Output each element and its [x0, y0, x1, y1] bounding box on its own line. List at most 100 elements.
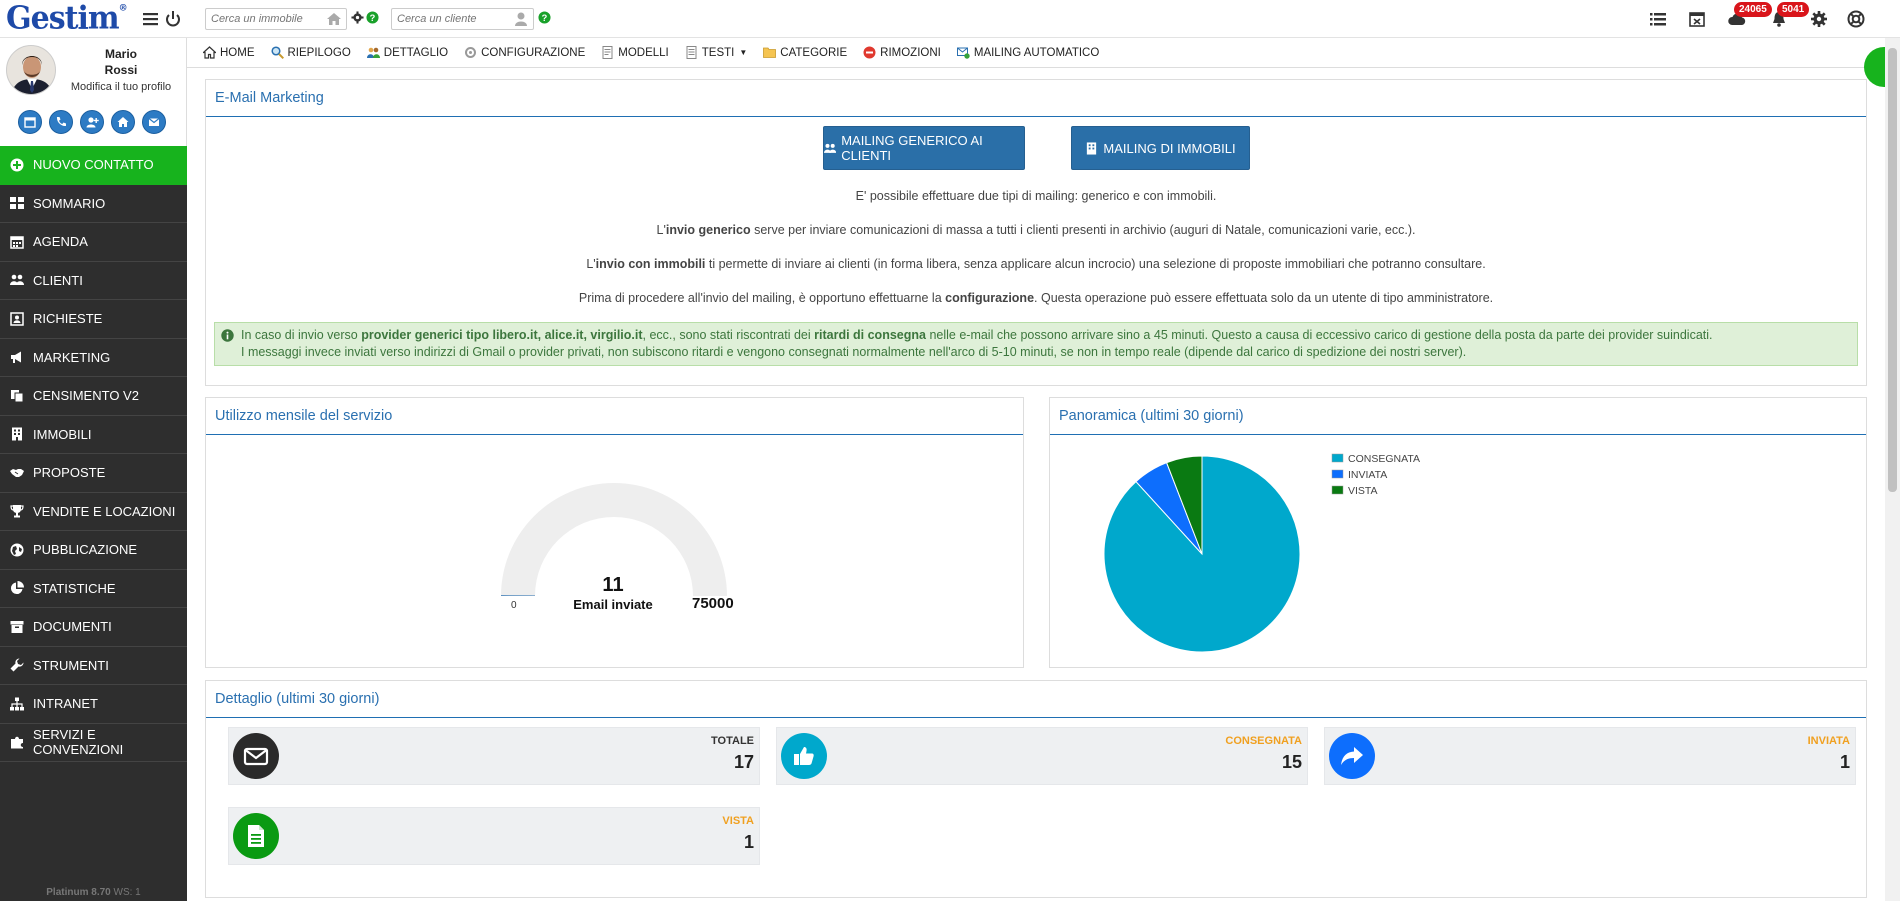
menu-testi[interactable]: TESTI ▼: [685, 46, 748, 59]
copy-icon: [11, 389, 24, 403]
sidebar-item-proposte[interactable]: PROPOSTE: [0, 454, 187, 493]
globe-icon: [10, 543, 24, 557]
users-icon: [10, 274, 24, 286]
phone-button[interactable]: [49, 110, 73, 134]
calendar-icon: [24, 117, 36, 128]
scrollbar-thumb[interactable]: [1888, 48, 1897, 492]
menu-categorie[interactable]: CATEGORIE: [763, 46, 847, 59]
add-user-button[interactable]: [80, 110, 104, 134]
edit-profile-link[interactable]: Modifica il tuo profilo: [60, 81, 182, 93]
svg-text:?: ?: [542, 13, 548, 23]
mailing-properties-label: MAILING DI IMMOBILI: [1103, 140, 1236, 156]
caret-down-icon: ▼: [739, 48, 748, 57]
profile-quick-actions: [18, 110, 166, 134]
sidebar-item-nuovo-contatto[interactable]: NUOVO CONTATTO: [0, 146, 187, 185]
plus-circle-icon: [10, 158, 24, 172]
menu-rimozioni-label: RIMOZIONI: [880, 46, 941, 59]
property-search-input[interactable]: [206, 9, 324, 29]
property-search[interactable]: [205, 8, 347, 30]
sidebar-item-strumenti[interactable]: STRUMENTI: [0, 647, 187, 685]
home-button[interactable]: [111, 110, 135, 134]
stat-consegnata-label: CONSEGNATA: [1225, 735, 1302, 747]
sidebar-item-label: NUOVO CONTATTO: [33, 157, 154, 173]
sidebar-item-label: CLIENTI: [33, 272, 83, 288]
home-icon: [327, 13, 341, 25]
envelope-icon: [243, 747, 269, 766]
help-icon[interactable]: ?: [366, 11, 379, 24]
mailing-generic-button[interactable]: MAILING GENERICO AI CLIENTI: [823, 126, 1025, 170]
contact-card-icon: [10, 312, 24, 326]
sidebar-item-pubblicazione[interactable]: PUBBLICAZIONE: [0, 531, 187, 570]
bold-span: configurazione: [945, 291, 1035, 305]
client-search[interactable]: [391, 8, 534, 30]
overview-title: Panoramica (ultimi 30 giorni): [1050, 398, 1866, 435]
text-span: ti permette di inviare ai clienti (in fo…: [705, 257, 1486, 271]
people-icon: [366, 47, 380, 58]
stat-totale-icon-circle: [233, 733, 279, 779]
help-icon[interactable]: ?: [538, 11, 551, 24]
gauge-caption: Email inviate: [573, 597, 653, 612]
megaphone-icon: [11, 351, 21, 364]
mail-button[interactable]: [142, 110, 166, 134]
gear-icon[interactable]: [351, 11, 364, 24]
stat-totale-value: 17: [733, 752, 754, 772]
generic-paragraph: L'invio generico serve per inviare comun…: [206, 223, 1866, 237]
usage-gauge: [501, 483, 727, 596]
avatar[interactable]: [6, 45, 56, 95]
mailing-properties-button[interactable]: MAILING DI IMMOBILI: [1071, 126, 1250, 170]
sidebar-item-immobili[interactable]: IMMOBILI: [0, 416, 187, 454]
power-icon[interactable]: [164, 10, 182, 28]
stat-vista-label: VISTA: [722, 815, 754, 827]
sidebar-item-vendite[interactable]: VENDITE E LOCAZIONI: [0, 493, 187, 531]
mailing-generic-label: MAILING GENERICO AI CLIENTI: [841, 133, 983, 163]
calendar-button[interactable]: [18, 110, 42, 134]
menu-home[interactable]: HOME: [203, 46, 255, 59]
legend-label-vista: VISTA: [1348, 485, 1378, 497]
sidebar-item-clienti[interactable]: CLIENTI: [0, 262, 187, 300]
menu-home-label: HOME: [220, 46, 255, 59]
client-search-input[interactable]: [392, 9, 510, 29]
legend-label-inviata: INVIATA: [1348, 469, 1387, 481]
calendar-x-icon[interactable]: [1688, 10, 1706, 28]
page-scrollbar[interactable]: [1885, 38, 1900, 901]
email-marketing-title: E-Mail Marketing: [206, 80, 1866, 117]
menu-mailing-automatico[interactable]: MAILING AUTOMATICO: [956, 46, 1099, 59]
folder-icon: [763, 47, 777, 58]
profile-last-name: Rossi: [104, 63, 138, 77]
menu-modelli[interactable]: MODELLI: [601, 46, 669, 59]
sidebar-item-censimento[interactable]: CENSIMENTO V2: [0, 377, 187, 416]
email-marketing-panel: E-Mail Marketing MAILING GENERICO AI CLI…: [205, 79, 1867, 386]
delivery-delay-alert: In caso di invio verso provider generici…: [214, 322, 1858, 366]
thumbs-up-icon: [794, 747, 814, 765]
menu-configurazione[interactable]: CONFIGURAZIONE: [464, 46, 585, 59]
usage-title: Utilizzo mensile del servizio: [206, 398, 1023, 435]
sidebar-item-marketing[interactable]: MARKETING: [0, 339, 187, 377]
text-span: , ecc., sono stati riscontrati dei: [642, 328, 815, 342]
phone-icon: [56, 117, 66, 127]
lifebuoy-icon[interactable]: [1847, 10, 1865, 28]
sidebar-item-richieste[interactable]: RICHIESTE: [0, 300, 187, 339]
hamburger-icon[interactable]: [142, 10, 160, 28]
sidebar-item-documenti[interactable]: DOCUMENTI: [0, 608, 187, 647]
sidebar-item-intranet[interactable]: INTRANET: [0, 685, 187, 724]
menu-rimozioni[interactable]: RIMOZIONI: [863, 46, 941, 59]
archive-icon: [10, 620, 24, 633]
ws-label: WS: 1: [113, 887, 141, 898]
settings-icon[interactable]: [1810, 10, 1828, 28]
envelope-icon: [148, 118, 160, 126]
sidebar-item-agenda[interactable]: AGENDA: [0, 223, 187, 262]
menu-dettaglio[interactable]: DETTAGLIO: [366, 46, 448, 59]
list-icon[interactable]: [1649, 10, 1667, 28]
menu-riepilogo[interactable]: RIEPILOGO: [270, 46, 351, 59]
handshake-icon: [10, 468, 24, 477]
profile-name[interactable]: Mario Rossi: [60, 46, 182, 78]
bold-span: provider generici tipo libero.it, alice.…: [361, 328, 643, 342]
menu-modelli-label: MODELLI: [618, 46, 669, 59]
sidebar-item-statistiche[interactable]: STATISTICHE: [0, 570, 187, 608]
sidebar-item-label: SOMMARIO: [33, 195, 106, 211]
sidebar-item-servizi[interactable]: SERVIZI E CONVENZIONI: [0, 724, 187, 762]
sidebar-item-sommario[interactable]: SOMMARIO: [0, 185, 187, 223]
sidebar-item-label: RICHIESTE: [33, 311, 103, 327]
gestim-logo[interactable]: Gestim®: [6, 0, 128, 37]
sidebar-item-label: PUBBLICAZIONE: [33, 542, 138, 558]
